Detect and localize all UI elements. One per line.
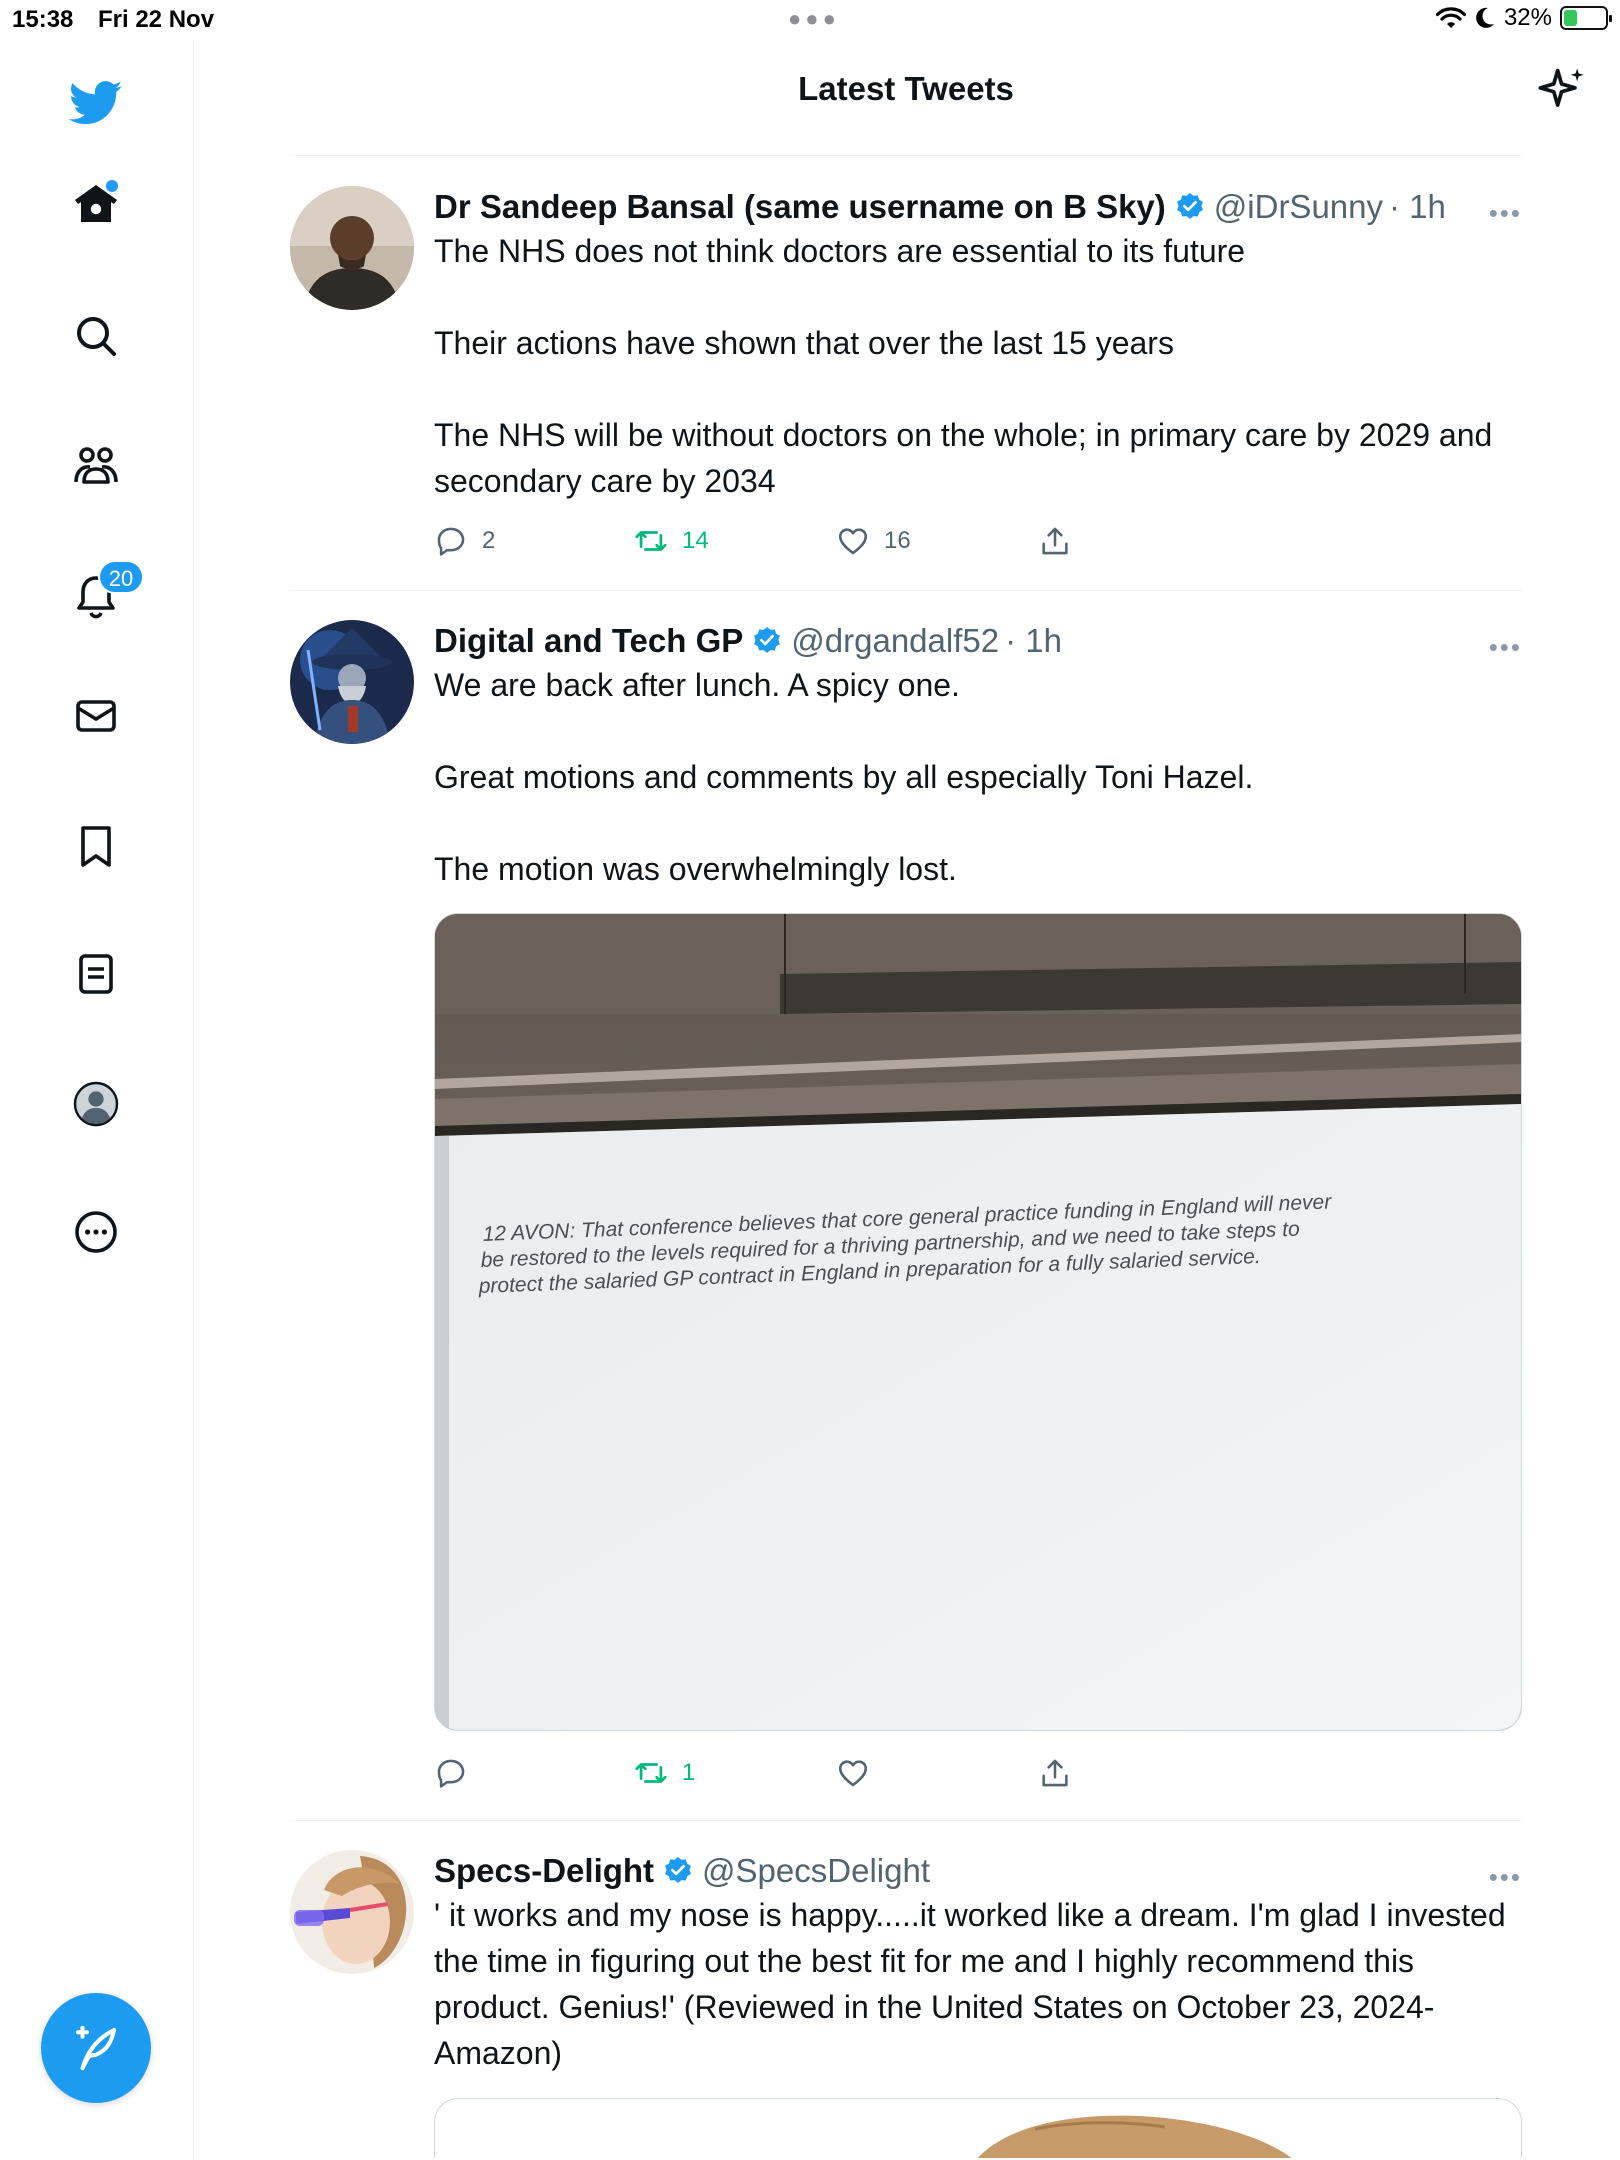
nav-notifications[interactable]: 20 [60, 560, 144, 632]
nav-home[interactable] [60, 168, 132, 240]
compose-feather-icon [75, 2025, 117, 2071]
tweet[interactable]: Dr Sandeep Bansal (same username on B Sk… [290, 186, 1522, 591]
nav-lists[interactable] [60, 938, 132, 1010]
nav-communities[interactable] [60, 430, 132, 502]
share-button[interactable] [1038, 1756, 1072, 1790]
mail-icon [76, 700, 116, 732]
timeline-header: Latest Tweets [290, 40, 1584, 156]
tweet-text: The NHS does not think doctors are essen… [434, 233, 1493, 499]
tweet-text: ' it works and my nose is happy.....it w… [434, 1897, 1515, 2071]
more-options-icon[interactable]: ••• [1489, 632, 1522, 663]
author-name[interactable]: Dr Sandeep Bansal (same username on B Sk… [434, 186, 1166, 228]
twitter-logo-icon[interactable] [60, 66, 132, 138]
status-time: 15:38 [12, 6, 74, 33]
author-handle[interactable]: @iDrSunny [1214, 186, 1383, 228]
avatar[interactable] [290, 620, 414, 744]
retweet-count: 1 [682, 1759, 696, 1786]
communities-icon [74, 447, 118, 484]
tweet-header: Dr Sandeep Bansal (same username on B Sk… [434, 186, 1522, 228]
nav-messages[interactable] [60, 680, 132, 752]
nav-more[interactable] [60, 1196, 132, 1268]
tweet-header: Specs-Delight @SpecsDelight [434, 1850, 1522, 1892]
tweet-time: · 1h [1389, 188, 1446, 225]
retweet-button[interactable]: 1 [634, 1756, 695, 1790]
heart-icon [838, 528, 868, 555]
status-bar: 15:38 Fri 22 Nov ●●● 32% [0, 0, 1620, 40]
retweet-icon [635, 531, 667, 551]
reply-icon [437, 527, 465, 556]
verified-badge-icon [754, 627, 781, 653]
tweet-text: We are back after lunch. A spicy one. Gr… [434, 667, 1254, 887]
reply-button[interactable]: 2 [434, 524, 495, 558]
tweet-time: · 1h [1005, 622, 1062, 659]
tweet-actions: 2 14 16 [434, 524, 1134, 564]
multitasking-dots-icon[interactable]: ●●● [788, 6, 840, 32]
author-handle[interactable]: @SpecsDelight [702, 1850, 930, 1892]
notifications-badge: 20 [98, 560, 144, 594]
like-button[interactable]: 16 [836, 524, 911, 558]
nav-bookmarks[interactable] [60, 810, 132, 882]
tweet[interactable]: Specs-Delight @SpecsDelight ••• ' it wor… [290, 1850, 1522, 2160]
battery-percent: 32% [1503, 4, 1552, 31]
share-button[interactable] [1038, 524, 1072, 558]
tweet-header: Digital and Tech GP @drgandalf52 · 1h [434, 620, 1522, 662]
list-icon [79, 954, 113, 994]
retweet-button[interactable]: 14 [634, 524, 709, 558]
more-options-icon[interactable]: ••• [1489, 198, 1522, 229]
retweet-icon [635, 1763, 667, 1783]
share-icon [1042, 527, 1068, 555]
page-title: Latest Tweets [798, 70, 1014, 107]
search-icon [77, 317, 116, 356]
like-button[interactable] [836, 1756, 884, 1790]
like-count: 16 [884, 527, 911, 554]
more-circle-icon [75, 1211, 117, 1253]
tweet-image[interactable]: 12 AVON: That conference believes that c… [434, 913, 1522, 1731]
compose-tweet-button[interactable] [41, 1993, 151, 2103]
verified-badge-icon [665, 1857, 691, 1883]
nav-profile[interactable] [60, 1068, 132, 1140]
home-unread-dot [106, 180, 118, 192]
reply-count: 2 [482, 527, 496, 554]
author-name[interactable]: Digital and Tech GP [434, 620, 743, 662]
retweet-count: 14 [682, 527, 709, 554]
bookmark-icon [81, 826, 111, 867]
profile-avatar-icon [73, 1081, 119, 1127]
reply-icon [437, 1759, 465, 1788]
author-name[interactable]: Specs-Delight [434, 1850, 654, 1892]
sparkle-icon[interactable] [1536, 64, 1588, 116]
tweet[interactable]: Digital and Tech GP @drgandalf52 · 1h ••… [290, 620, 1522, 1821]
nav-explore[interactable] [60, 300, 132, 372]
wifi-icon [1435, 7, 1466, 28]
status-date: Fri 22 Nov [98, 6, 215, 33]
battery-icon [1560, 6, 1612, 30]
avatar[interactable] [290, 186, 414, 310]
more-options-icon[interactable]: ••• [1489, 1862, 1522, 1893]
reply-button[interactable] [434, 1756, 482, 1790]
heart-icon [838, 1760, 868, 1787]
avatar[interactable] [290, 1850, 414, 1974]
share-icon [1042, 1759, 1068, 1787]
moon-icon [1476, 7, 1494, 28]
verified-badge-icon [1176, 193, 1203, 219]
tweet-image[interactable] [434, 2098, 1522, 2158]
author-handle[interactable]: @drgandalf52 [791, 620, 999, 662]
sidebar: 20 [0, 40, 194, 2160]
tweet-actions: 1 [434, 1756, 1134, 1796]
